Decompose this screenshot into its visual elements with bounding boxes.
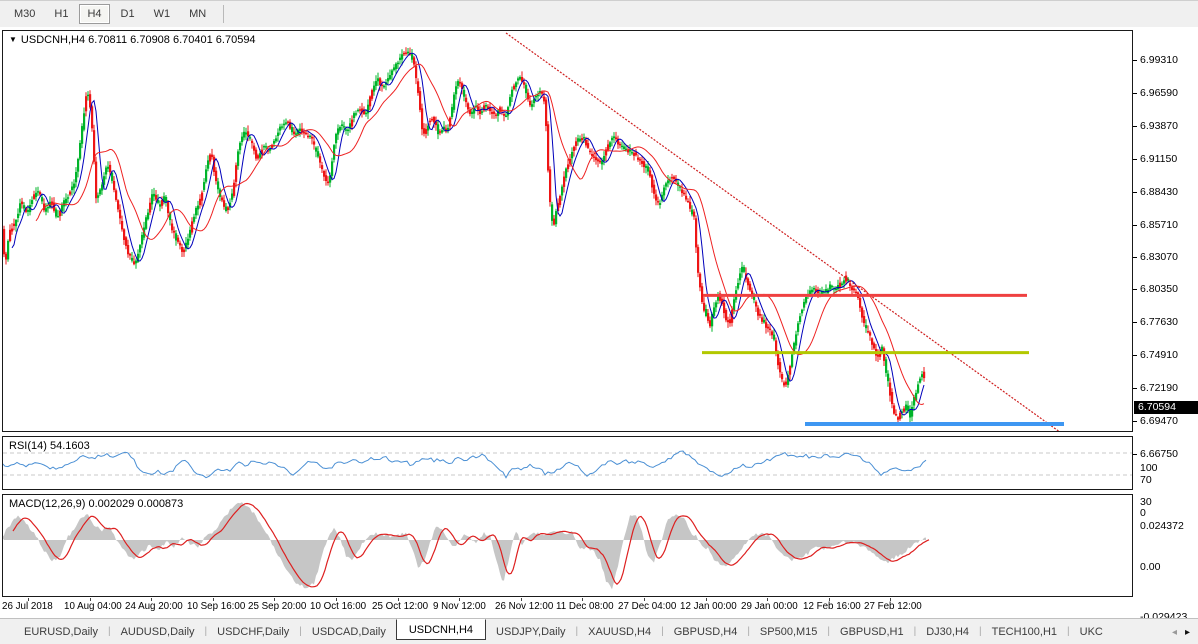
symbol-ohlc-label: ▼ USDCNH,H4 6.70811 6.70908 6.70401 6.705… (9, 34, 256, 46)
price-axis-label: 6.88430 (1140, 186, 1178, 198)
price-axis-label: 6.91150 (1140, 153, 1177, 165)
timeframe-button-mn[interactable]: MN (181, 4, 214, 24)
chart-tab-sp500[interactable]: SP500,M15 (750, 623, 827, 641)
chart-tab-usdchf[interactable]: USDCHF,Daily (207, 623, 299, 641)
timeframe-toolbar: M30H1H4D1W1MN (0, 0, 1198, 27)
chart-tab-usdcnh[interactable]: USDCNH,H4 (396, 619, 486, 640)
time-axis-label: 29 Jan 00:00 (741, 601, 798, 612)
time-axis-label: 24 Aug 20:00 (125, 601, 183, 612)
chart-tab-gbpusd[interactable]: GBPUSD,H4 (664, 623, 748, 641)
chart-tab-gbpusd[interactable]: GBPUSD,H1 (830, 623, 914, 641)
price-axis-tick (1133, 257, 1137, 258)
price-axis-label: 6.99310 (1140, 54, 1178, 66)
rsi-axis-label: 70 (1140, 474, 1152, 486)
price-axis-label: 6.80350 (1140, 283, 1178, 295)
tab-scroll-arrows: ◂▸ (1168, 619, 1194, 644)
current-price-tag: 6.70594 (1134, 401, 1198, 414)
price-axis-tick (1133, 388, 1137, 389)
chart-tab-xauusd[interactable]: XAUUSD,H4 (578, 623, 661, 641)
chart-tabs-bar: EURUSD,Daily|AUDUSD,Daily|USDCHF,Daily|U… (0, 618, 1198, 644)
symbol-dropdown-icon[interactable]: ▼ (9, 35, 17, 44)
price-axis-tick (1133, 289, 1137, 290)
rsi-panel[interactable]: RSI(14) 54.1603 (2, 436, 1133, 490)
macd-canvas[interactable] (3, 495, 1132, 596)
price-axis-label: 6.96590 (1140, 87, 1178, 99)
macd-axis-label: 0.00 (1140, 561, 1160, 573)
time-axis-label: 27 Dec 04:00 (618, 601, 676, 612)
chart-tab-tech100[interactable]: TECH100,H1 (982, 623, 1067, 641)
price-axis-tick (1133, 93, 1137, 94)
price-axis-tick (1133, 355, 1137, 356)
macd-axis-label: 0.024372 (1140, 520, 1184, 532)
timeframe-button-h1[interactable]: H1 (46, 4, 76, 24)
price-axis-label: 6.74910 (1140, 349, 1178, 361)
price-axis-tick (1133, 454, 1137, 455)
tab-scroll-right-icon[interactable]: ▸ (1185, 627, 1190, 638)
price-axis-label: 6.83070 (1140, 251, 1178, 263)
macd-label: MACD(12,26,9) 0.002029 0.000873 (9, 498, 183, 510)
price-axis-label: 6.85710 (1140, 219, 1178, 231)
macd-panel[interactable]: MACD(12,26,9) 0.002029 0.000873 (2, 494, 1133, 597)
price-axis-label: 6.69470 (1140, 415, 1178, 427)
toolbar-separator (223, 5, 224, 23)
price-axis-tick (1133, 225, 1137, 226)
time-axis-label: 26 Nov 12:00 (495, 601, 553, 612)
rsi-axis-label: 100 (1140, 462, 1158, 474)
price-axis-label: 6.66750 (1140, 448, 1178, 460)
rsi-axis-label: 0 (1140, 507, 1146, 519)
chart-tab-audusd[interactable]: AUDUSD,Daily (111, 623, 205, 641)
chart-tab-eurusd[interactable]: EURUSD,Daily (14, 623, 108, 641)
chart-workspace: ▼ USDCNH,H4 6.70811 6.70908 6.70401 6.705… (0, 27, 1198, 618)
tab-scroll-left-icon[interactable]: ◂ (1172, 627, 1177, 638)
rsi-label: RSI(14) 54.1603 (9, 440, 90, 452)
time-axis-label: 10 Sep 16:00 (187, 601, 245, 612)
price-axis-tick (1133, 159, 1137, 160)
time-axis-label: 26 Jul 2018 (2, 601, 53, 612)
main-chart-canvas[interactable] (3, 31, 1132, 431)
chart-tab-ukc[interactable]: UKC (1070, 623, 1113, 641)
timeframe-button-d1[interactable]: D1 (113, 4, 143, 24)
price-axis-label: 6.77630 (1140, 316, 1178, 328)
time-axis-label: 25 Sep 20:00 (248, 601, 306, 612)
timeframe-button-w1[interactable]: W1 (146, 4, 179, 24)
time-axis-label: 25 Oct 12:00 (372, 601, 428, 612)
chart-tab-usdcad[interactable]: USDCAD,Daily (302, 623, 396, 641)
timeframe-button-m30[interactable]: M30 (6, 4, 43, 24)
price-axis-tick (1133, 322, 1137, 323)
chart-tab-dj30[interactable]: DJ30,H4 (916, 623, 979, 641)
price-axis-tick (1133, 192, 1137, 193)
time-axis-label: 10 Aug 04:00 (64, 601, 122, 612)
price-axis-label: 6.72190 (1140, 382, 1178, 394)
timeframe-button-h4[interactable]: H4 (79, 4, 109, 24)
price-axis-tick (1133, 421, 1137, 422)
chart-tab-usdjpy[interactable]: USDJPY,Daily (486, 623, 576, 641)
symbol-ohlc-text: USDCNH,H4 6.70811 6.70908 6.70401 6.7059… (21, 34, 256, 46)
terminal-window: M30H1H4D1W1MN ▼ USDCNH,H4 6.70811 6.70908… (0, 0, 1198, 644)
time-axis-label: 12 Jan 00:00 (680, 601, 737, 612)
time-axis-label: 27 Feb 12:00 (864, 601, 922, 612)
time-axis-label: 12 Feb 16:00 (803, 601, 861, 612)
price-axis-tick (1133, 60, 1137, 61)
price-axis-label: 6.93870 (1140, 120, 1178, 132)
time-axis-label: 10 Oct 16:00 (310, 601, 366, 612)
price-axis-tick (1133, 126, 1137, 127)
time-axis-label: 11 Dec 08:00 (556, 601, 614, 612)
rsi-canvas[interactable] (3, 437, 1132, 489)
main-chart-panel[interactable]: ▼ USDCNH,H4 6.70811 6.70908 6.70401 6.705… (2, 30, 1133, 432)
time-axis-label: 9 Nov 12:00 (433, 601, 486, 612)
